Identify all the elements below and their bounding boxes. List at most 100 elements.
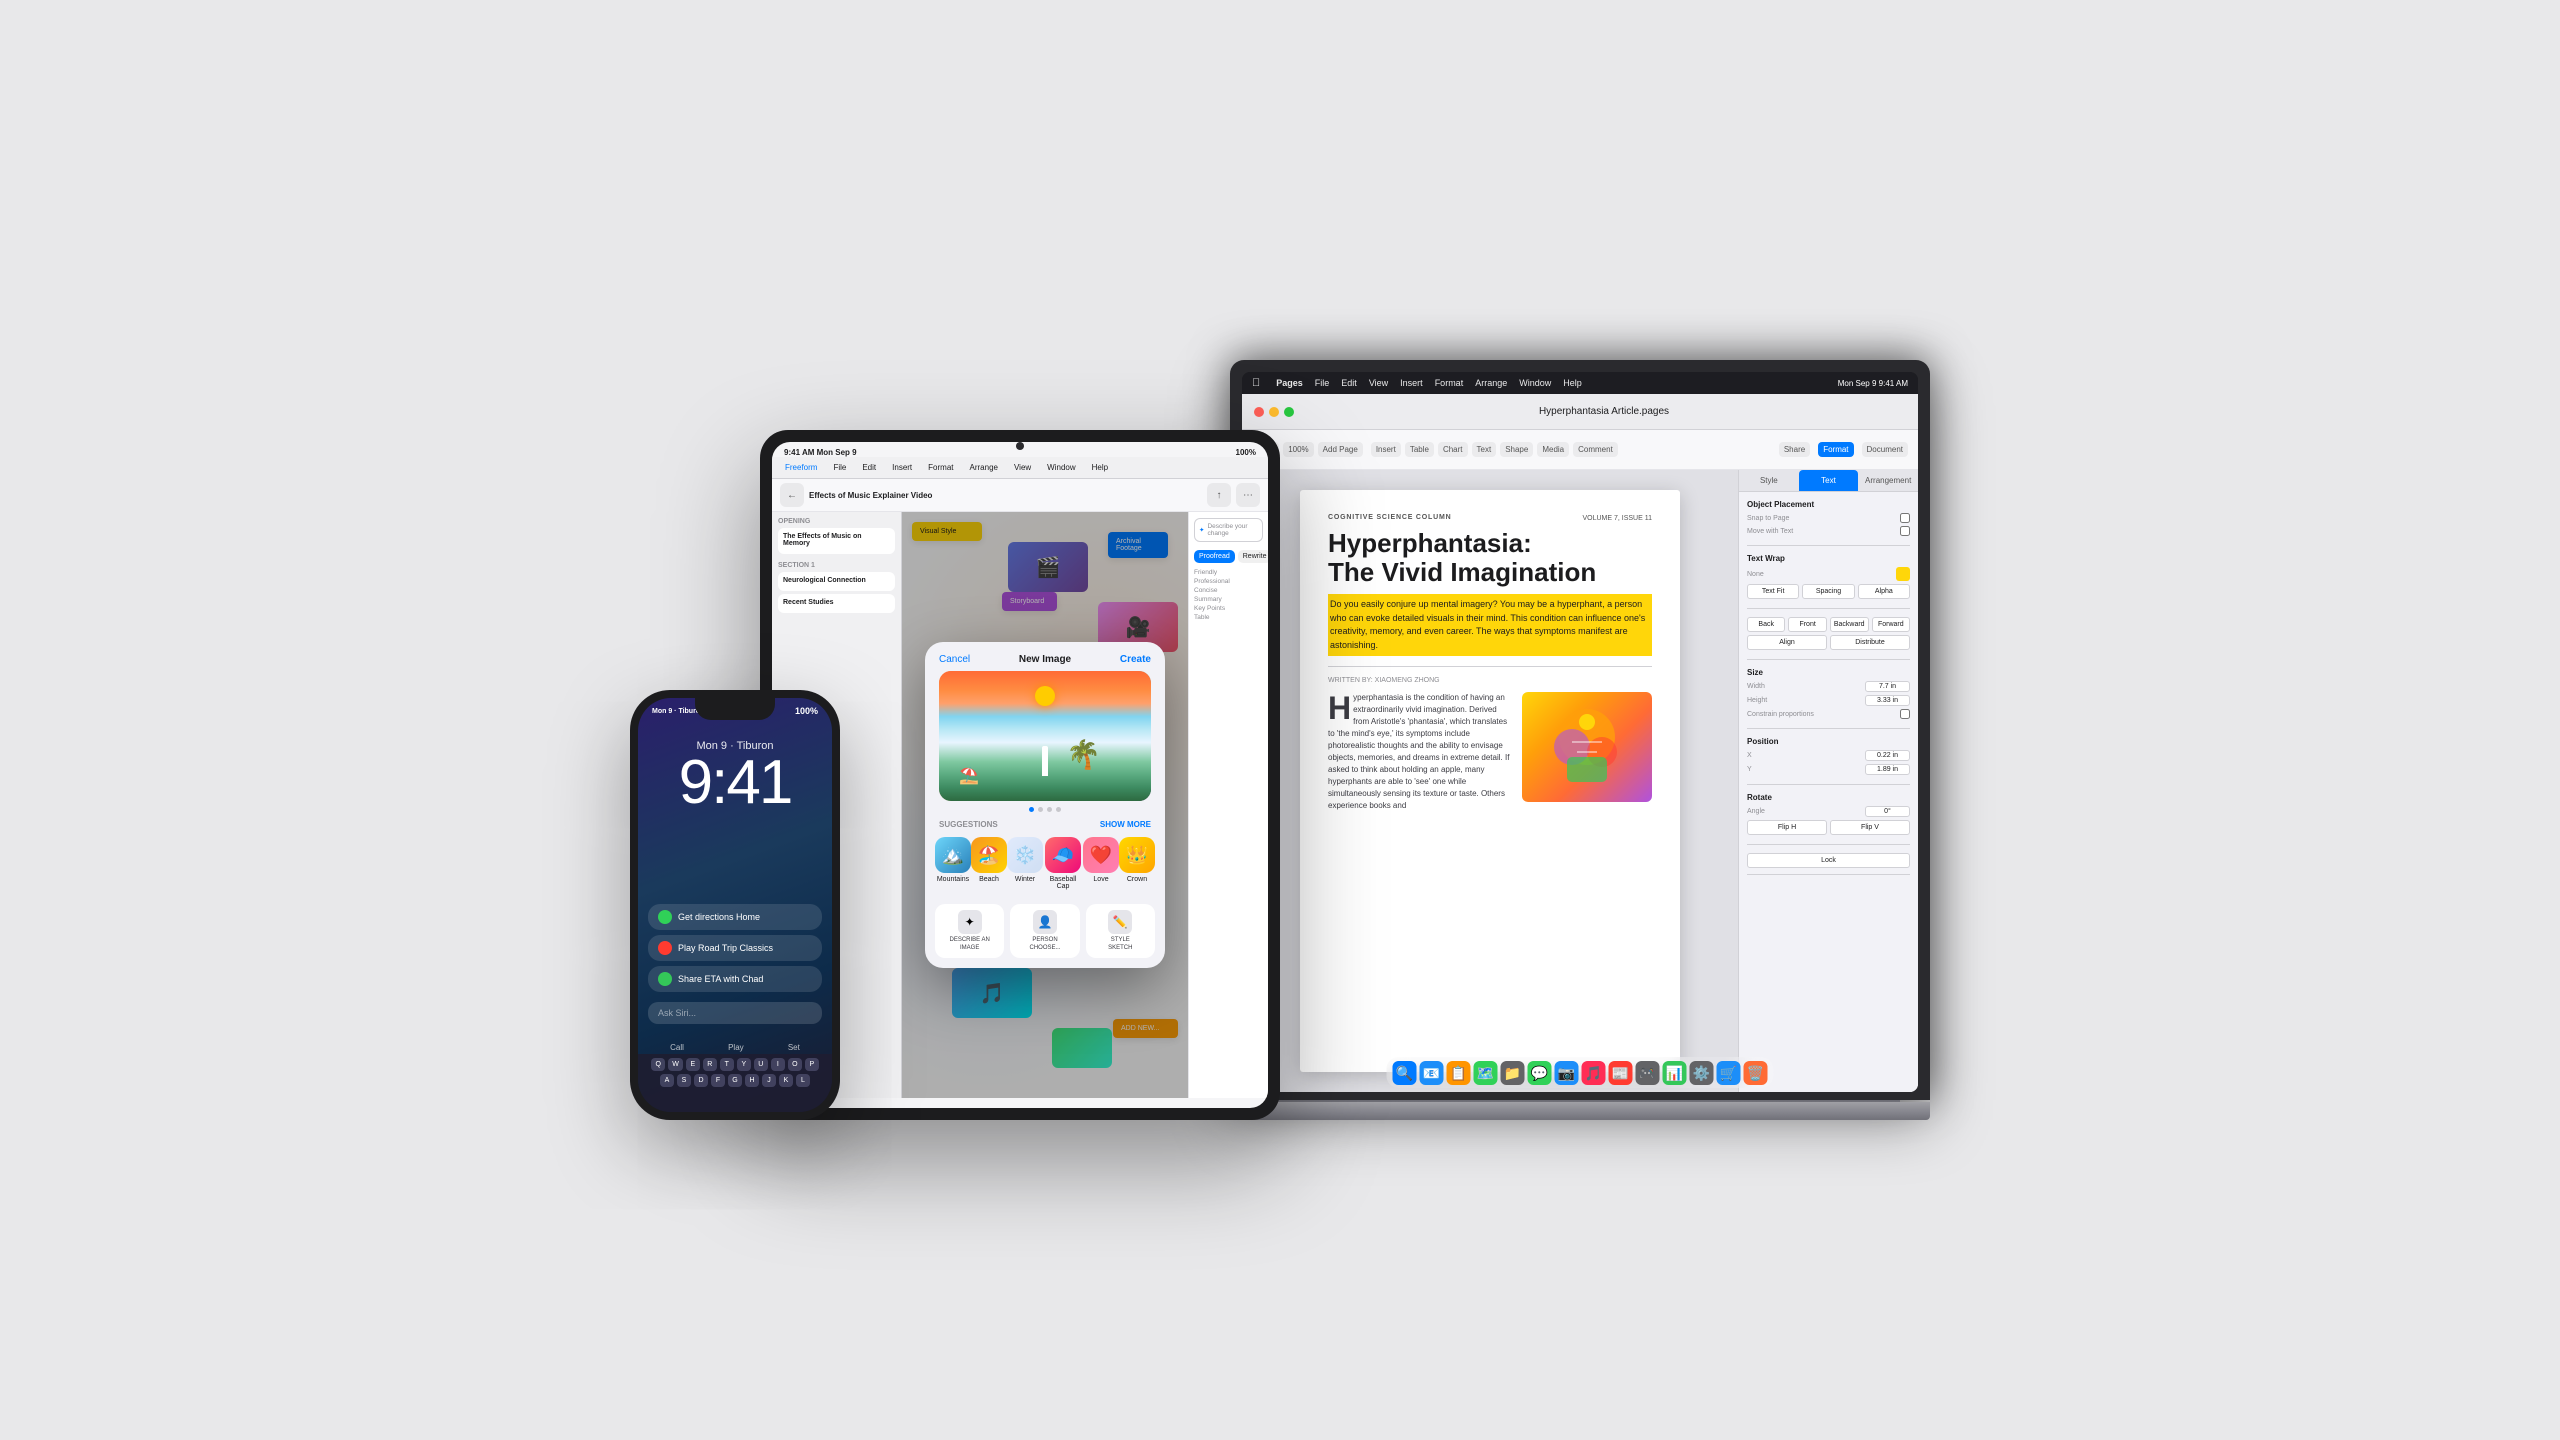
spacing-btn[interactable]: Spacing <box>1802 584 1854 599</box>
siri-item-share[interactable]: Share ETA with Chad <box>648 966 822 992</box>
modal-create-button[interactable]: Create <box>1120 654 1151 665</box>
mac-menu-format[interactable]: Format <box>1435 378 1464 388</box>
mac-menu-insert[interactable]: Insert <box>1400 378 1423 388</box>
close-button[interactable] <box>1254 407 1264 417</box>
describe-change-input[interactable]: ✦ Describe your change <box>1194 518 1263 542</box>
toolbar-table[interactable]: Table <box>1405 442 1434 457</box>
sidebar-card-neuro[interactable]: Neurological Connection <box>778 572 895 591</box>
dock-maps[interactable]: 🗺️ <box>1474 1061 1498 1085</box>
mac-menu-edit[interactable]: Edit <box>1341 378 1357 388</box>
action-person[interactable]: 👤 PERSONCHOOSE... <box>1010 904 1079 957</box>
toolbar-back-btn[interactable]: ← <box>780 483 804 507</box>
key-e[interactable]: E <box>686 1058 700 1071</box>
dock-settings[interactable]: ⚙️ <box>1690 1061 1714 1085</box>
toolbar-comment[interactable]: Comment <box>1573 442 1618 457</box>
toolbar-add-page[interactable]: Add Page <box>1318 442 1363 457</box>
key-q[interactable]: Q <box>651 1058 665 1071</box>
action-describe-image[interactable]: ✦ DESCRIBE ANIMAGE <box>935 904 1004 957</box>
dock-numbers[interactable]: 📊 <box>1663 1061 1687 1085</box>
minimize-button[interactable] <box>1269 407 1279 417</box>
action-play[interactable]: Play <box>728 1043 744 1052</box>
suggestion-cap[interactable]: 🧢 Baseball Cap <box>1043 837 1083 890</box>
key-s[interactable]: S <box>677 1074 691 1087</box>
ipad-menu-format[interactable]: Format <box>923 461 958 474</box>
key-u[interactable]: U <box>754 1058 768 1071</box>
backward-btn[interactable]: Backward <box>1830 617 1869 632</box>
dock-messages[interactable]: 💬 <box>1528 1061 1552 1085</box>
mac-menu-view[interactable]: View <box>1369 378 1388 388</box>
ipad-menu-help[interactable]: Help <box>1087 461 1113 474</box>
action-call[interactable]: Call <box>670 1043 684 1052</box>
key-w[interactable]: W <box>668 1058 683 1071</box>
toolbar-media[interactable]: Media <box>1537 442 1569 457</box>
siri-item-directions[interactable]: Get directions Home <box>648 904 822 930</box>
ipad-menu-insert[interactable]: Insert <box>887 461 917 474</box>
key-k[interactable]: K <box>779 1074 793 1087</box>
y-value[interactable]: 1.89 in <box>1865 764 1910 775</box>
dock-appstore[interactable]: 🛒 <box>1717 1061 1741 1085</box>
suggestion-love[interactable]: ❤️ Love <box>1083 837 1119 890</box>
toolbar-format[interactable]: Format <box>1818 442 1853 457</box>
rewrite-button[interactable]: Rewrite <box>1238 550 1268 563</box>
flip-v-btn[interactable]: Flip V <box>1830 820 1910 835</box>
sidebar-card-effects[interactable]: The Effects of Music on Memory <box>778 528 895 554</box>
ipad-menu-window[interactable]: Window <box>1042 461 1080 474</box>
move-checkbox[interactable] <box>1900 526 1910 536</box>
dock-news[interactable]: 📰 <box>1609 1061 1633 1085</box>
key-y[interactable]: Y <box>737 1058 751 1071</box>
dock-photos[interactable]: 📷 <box>1555 1061 1579 1085</box>
constrain-checkbox[interactable] <box>1900 709 1910 719</box>
ipad-menu-edit[interactable]: Edit <box>857 461 881 474</box>
dock-mail[interactable]: 📧 <box>1420 1061 1444 1085</box>
text-fit-btn[interactable]: Text Fit <box>1747 584 1799 599</box>
dock-files[interactable]: 📁 <box>1501 1061 1525 1085</box>
inspector-tab-text[interactable]: Text <box>1799 470 1859 491</box>
back-btn[interactable]: Back <box>1747 617 1785 632</box>
toolbar-chart[interactable]: Chart <box>1438 442 1468 457</box>
suggestion-mountains[interactable]: 🏔️ Mountains <box>935 837 971 890</box>
action-set[interactable]: Set <box>788 1043 800 1052</box>
dock-contacts[interactable]: 📋 <box>1447 1061 1471 1085</box>
siri-item-music[interactable]: Play Road Trip Classics <box>648 935 822 961</box>
ipad-menu-freeform[interactable]: Freeform <box>780 461 822 474</box>
inspector-tab-style[interactable]: Style <box>1739 470 1799 491</box>
key-h[interactable]: H <box>745 1074 759 1087</box>
toolbar-share[interactable]: Share <box>1779 442 1810 457</box>
sidebar-card-studies[interactable]: Recent Studies <box>778 594 895 613</box>
ipad-menu-arrange[interactable]: Arrange <box>965 461 1003 474</box>
distribute-btn[interactable]: Distribute <box>1830 635 1910 650</box>
width-value[interactable]: 7.7 in <box>1865 681 1910 692</box>
key-d[interactable]: D <box>694 1074 708 1087</box>
wrap-color-swatch[interactable] <box>1896 567 1910 581</box>
toolbar-insert[interactable]: Insert <box>1371 442 1401 457</box>
toolbar-document[interactable]: Document <box>1862 442 1908 457</box>
inspector-tab-arrangement[interactable]: Arrangement <box>1858 470 1918 491</box>
action-sketch[interactable]: ✏️ STYLESKETCH <box>1086 904 1155 957</box>
dock-music[interactable]: 🎵 <box>1582 1061 1606 1085</box>
key-p[interactable]: P <box>805 1058 819 1071</box>
key-g[interactable]: G <box>728 1074 742 1087</box>
key-t[interactable]: T <box>720 1058 734 1071</box>
modal-cancel-button[interactable]: Cancel <box>939 654 970 665</box>
key-f[interactable]: F <box>711 1074 725 1087</box>
flip-h-btn[interactable]: Flip H <box>1747 820 1827 835</box>
ipad-menu-file[interactable]: File <box>828 461 851 474</box>
suggestion-crown[interactable]: 👑 Crown <box>1119 837 1155 890</box>
height-value[interactable]: 3.33 in <box>1865 695 1910 706</box>
toolbar-more-btn[interactable]: ⋯ <box>1236 483 1260 507</box>
lock-btn[interactable]: Lock <box>1747 853 1910 868</box>
toolbar-shape[interactable]: Shape <box>1500 442 1533 457</box>
iphone-search[interactable]: Ask Siri... <box>648 1002 822 1024</box>
x-value[interactable]: 0.22 in <box>1865 750 1910 761</box>
toolbar-zoom[interactable]: 100% <box>1283 442 1313 457</box>
mac-menu-arrange[interactable]: Arrange <box>1475 378 1507 388</box>
dock-trash[interactable]: 🗑️ <box>1744 1061 1768 1085</box>
key-a[interactable]: A <box>660 1074 674 1087</box>
toolbar-text[interactable]: Text <box>1472 442 1497 457</box>
mac-app-name[interactable]: Pages <box>1276 378 1303 388</box>
key-j[interactable]: J <box>762 1074 776 1087</box>
show-more-button[interactable]: SHOW MORE <box>1100 820 1151 829</box>
mac-menu-file[interactable]: File <box>1315 378 1330 388</box>
suggestion-beach[interactable]: 🏖️ Beach <box>971 837 1007 890</box>
apple-menu[interactable]:  <box>1252 377 1260 389</box>
